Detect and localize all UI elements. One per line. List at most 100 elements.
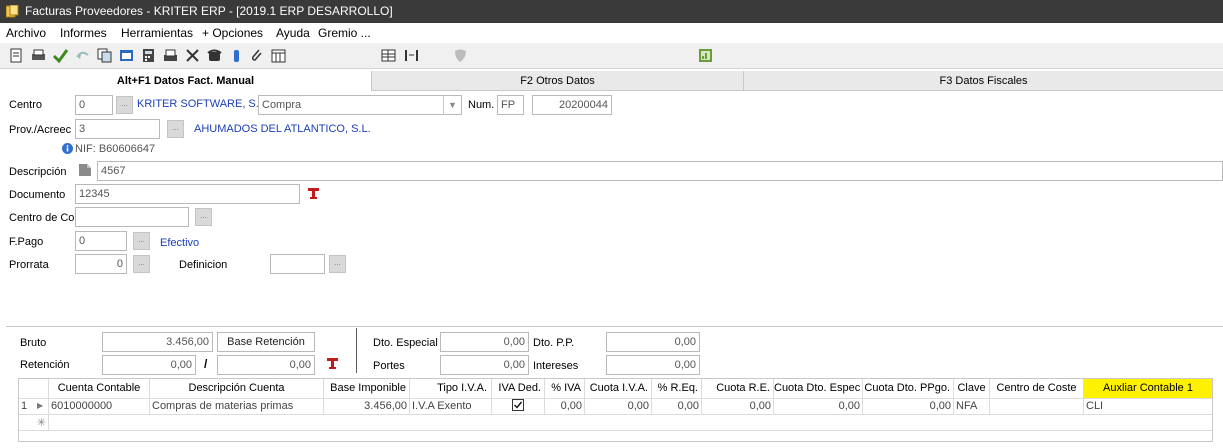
menu-ayuda[interactable]: Ayuda bbox=[276, 26, 310, 40]
toolbar bbox=[0, 43, 1223, 69]
fpago-name: Efectivo bbox=[160, 237, 200, 249]
menu-informes[interactable]: Informes bbox=[60, 26, 107, 40]
fpago-field[interactable]: 0 bbox=[75, 231, 127, 251]
row-number: 1 bbox=[21, 400, 28, 412]
undo-icon[interactable] bbox=[74, 47, 91, 64]
bruto-field: 3.456,00 bbox=[102, 332, 213, 352]
column-header[interactable]: Cuenta Contable bbox=[49, 379, 150, 398]
grid-view-icon[interactable] bbox=[380, 47, 397, 64]
menu-opciones[interactable]: + Opciones bbox=[202, 26, 263, 40]
new-row-marker-icon: ✳ bbox=[19, 415, 49, 431]
centro-coste-field[interactable] bbox=[75, 207, 189, 227]
column-header[interactable]: Tipo I.V.A. bbox=[410, 379, 492, 398]
documento-field[interactable]: 12345 bbox=[75, 184, 300, 204]
cell-pct-req[interactable]: 0,00 bbox=[652, 398, 702, 414]
retencion-label: Retención bbox=[20, 359, 70, 371]
stamp-icon[interactable] bbox=[326, 357, 339, 370]
intereses-field[interactable]: 0,00 bbox=[606, 355, 700, 375]
copy-icon[interactable] bbox=[96, 47, 113, 64]
cell-pct-iva[interactable]: 0,00 bbox=[545, 398, 585, 414]
attach-icon[interactable] bbox=[248, 47, 265, 64]
column-header[interactable]: Base Imponible bbox=[324, 379, 410, 398]
print-icon[interactable] bbox=[30, 47, 47, 64]
shield-icon[interactable] bbox=[452, 47, 469, 64]
centro-field[interactable]: 0 bbox=[75, 95, 113, 115]
new-document-icon[interactable] bbox=[8, 47, 25, 64]
app-icon bbox=[6, 5, 19, 18]
menu-herramientas[interactable]: Herramientas bbox=[121, 26, 193, 40]
chevron-down-icon[interactable]: ▼ bbox=[443, 96, 461, 114]
title-bar: Facturas Proveedores - KRITER ERP - [201… bbox=[0, 0, 1223, 23]
row-indicator-header bbox=[19, 379, 49, 398]
print-preview-icon[interactable] bbox=[162, 47, 179, 64]
column-header-highlighted[interactable]: Auxliar Contable 1 bbox=[1084, 379, 1212, 398]
intereses-label: Intereses bbox=[533, 360, 579, 372]
retencion-field: 0,00 bbox=[217, 355, 315, 375]
column-header[interactable]: Cuota Dto. PPgo. bbox=[863, 379, 954, 398]
prorrata-field[interactable]: 0 bbox=[75, 254, 127, 274]
column-header[interactable]: Clave bbox=[954, 379, 990, 398]
centro-coste-lookup-button[interactable]: ... bbox=[195, 208, 212, 226]
tab-bar: Alt+F1 Datos Fact. Manual F2 Otros Datos… bbox=[0, 71, 1223, 91]
cell-centro-coste[interactable] bbox=[990, 398, 1084, 414]
tab-otros-datos[interactable]: F2 Otros Datos bbox=[372, 71, 744, 91]
row-number-cell: 1 ▶ bbox=[19, 398, 49, 414]
cell-clave[interactable]: NFA bbox=[954, 398, 990, 414]
calendar-icon[interactable] bbox=[270, 47, 287, 64]
num-serie-field[interactable]: FP bbox=[497, 95, 524, 115]
cell-auxiliar[interactable]: CLI bbox=[1084, 398, 1212, 414]
tab-datos-fiscales[interactable]: F3 Datos Fiscales bbox=[744, 71, 1223, 91]
note-icon[interactable] bbox=[77, 162, 93, 178]
cell-cuenta[interactable]: 6010000000 bbox=[49, 398, 150, 414]
tab-datos-fact-manual[interactable]: Alt+F1 Datos Fact. Manual bbox=[0, 71, 372, 91]
definicion-lookup-button[interactable]: ... bbox=[329, 255, 346, 273]
stamp-icon[interactable] bbox=[307, 187, 320, 200]
prorrata-button[interactable]: ... bbox=[133, 255, 150, 273]
cell-tipo-iva[interactable]: I.V.A Exento bbox=[410, 398, 492, 414]
portes-field[interactable]: 0,00 bbox=[440, 355, 529, 375]
column-header[interactable]: % IVA bbox=[545, 379, 585, 398]
cell-iva-ded[interactable] bbox=[492, 398, 545, 414]
column-header[interactable]: Centro de Coste bbox=[990, 379, 1084, 398]
num-field[interactable]: 20200044 bbox=[532, 95, 612, 115]
menu-archivo[interactable]: Archivo bbox=[6, 26, 46, 40]
approve-icon[interactable] bbox=[52, 47, 69, 64]
prov-nif: NIF: B60606647 bbox=[75, 143, 156, 155]
cut-icon[interactable] bbox=[184, 47, 201, 64]
info-icon[interactable] bbox=[228, 47, 245, 64]
columns-icon[interactable] bbox=[403, 47, 420, 64]
cell-cuota-iva[interactable]: 0,00 bbox=[585, 398, 652, 414]
dto-pp-field[interactable]: 0,00 bbox=[606, 332, 700, 352]
cell-cuota-dto-espec[interactable]: 0,00 bbox=[774, 398, 863, 414]
fpago-label: F.Pago bbox=[9, 236, 44, 248]
prov-lookup-button[interactable]: ... bbox=[167, 120, 184, 138]
descripcion-field[interactable]: 4567 bbox=[97, 161, 1223, 181]
dto-especial-field[interactable]: 0,00 bbox=[440, 332, 529, 352]
column-header[interactable]: Descripción Cuenta bbox=[150, 379, 324, 398]
definicion-field[interactable] bbox=[270, 254, 325, 274]
form-icon[interactable] bbox=[118, 47, 135, 64]
menu-gremio[interactable]: Gremio ... bbox=[318, 26, 371, 40]
fpago-lookup-button[interactable]: ... bbox=[133, 232, 150, 250]
cell-cuota-dto-ppgo[interactable]: 0,00 bbox=[863, 398, 954, 414]
column-header[interactable]: IVA Ded. bbox=[492, 379, 545, 398]
calculator-icon[interactable] bbox=[140, 47, 157, 64]
column-header[interactable]: Cuota I.V.A. bbox=[585, 379, 652, 398]
tipo-combo[interactable]: Compra ▼ bbox=[258, 95, 462, 115]
cell-descripcion[interactable]: Compras de materias primas bbox=[150, 398, 324, 414]
checkbox-checked-icon[interactable] bbox=[512, 399, 524, 411]
portes-label: Portes bbox=[373, 360, 405, 372]
retencion-pct-field[interactable]: 0,00 bbox=[102, 355, 196, 375]
column-header[interactable]: Cuota R.E. bbox=[702, 379, 774, 398]
cell-cuota-re[interactable]: 0,00 bbox=[702, 398, 774, 414]
column-header[interactable]: % R.Eq. bbox=[652, 379, 702, 398]
cell-base[interactable]: 3.456,00 bbox=[324, 398, 410, 414]
prov-name: AHUMADOS DEL ATLANTICO, S.L. bbox=[194, 123, 371, 135]
window-title: Facturas Proveedores - KRITER ERP - [201… bbox=[25, 4, 393, 18]
column-header[interactable]: Cuota Dto. Espec bbox=[774, 379, 863, 398]
num-label: Num. bbox=[468, 99, 495, 111]
centro-lookup-button[interactable]: ... bbox=[116, 96, 133, 114]
report-icon[interactable] bbox=[697, 47, 714, 64]
phone-icon[interactable] bbox=[206, 47, 223, 64]
prov-field[interactable]: 3 bbox=[75, 119, 160, 139]
